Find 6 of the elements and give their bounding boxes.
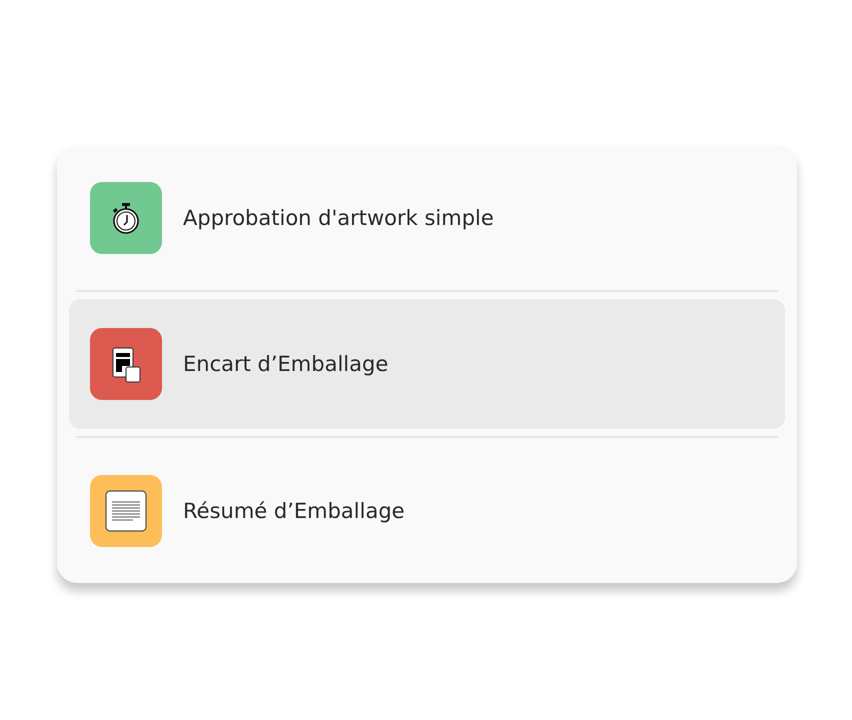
menu-item-label: Encart d’Emballage (183, 352, 388, 376)
menu-item-label: Résumé d’Emballage (183, 498, 405, 522)
menu-item[interactable]: Encart d’Emballage (69, 299, 785, 429)
menu-item[interactable]: Approbation d'artwork simple (69, 145, 785, 290)
menu-item[interactable]: Résumé d’Emballage (69, 438, 785, 583)
menu-item-label: Approbation d'artwork simple (183, 206, 494, 230)
